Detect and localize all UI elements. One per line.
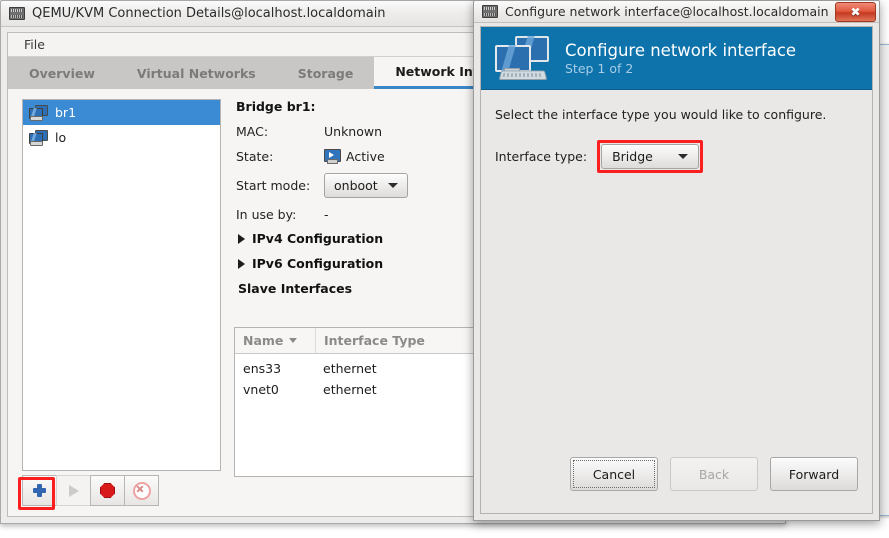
expander-ipv6-label: IPv6 Configuration (252, 256, 384, 271)
tab-overview[interactable]: Overview (8, 57, 116, 89)
in-use-by-label: In use by: (236, 207, 297, 222)
chevron-down-icon (678, 154, 689, 159)
expander-ipv4-label: IPv4 Configuration (252, 231, 384, 246)
dialog-prompt: Select the interface type you would like… (495, 107, 827, 122)
stop-interface-button[interactable] (90, 475, 125, 506)
in-use-by-value: - (324, 207, 329, 222)
cancel-button[interactable]: Cancel (570, 457, 658, 491)
dialog-content: Select the interface type you would like… (481, 90, 872, 457)
active-state-icon (324, 149, 341, 164)
add-interface-highlight (18, 477, 55, 510)
app-icon (482, 5, 498, 18)
desktop-background: QEMU/KVM Connection Details@localhost.lo… (0, 0, 889, 538)
interface-type-dropdown[interactable]: Bridge (601, 144, 700, 169)
interface-type-value: Bridge (612, 149, 653, 164)
column-header-name-label: Name (243, 333, 284, 348)
dialog-header-title: Configure network interface (565, 40, 797, 60)
start-interface-button[interactable] (56, 475, 91, 506)
chevron-right-icon (238, 258, 245, 269)
configure-network-interface-dialog: Configure network interface@localhost.lo… (473, 0, 880, 521)
column-header-interface-type[interactable]: Interface Type (316, 328, 425, 353)
interface-type-row: Interface type: Bridge (495, 140, 872, 173)
back-button[interactable]: Back (670, 457, 758, 491)
interface-type-label: Interface type: (495, 149, 588, 164)
main-window-title: QEMU/KVM Connection Details@localhost.lo… (32, 6, 386, 21)
forward-button[interactable]: Forward (770, 457, 858, 491)
cell-name: vnet0 (243, 382, 279, 397)
cell-interface-type: ethernet (323, 361, 377, 376)
dialog-inner: Configure network interface Step 1 of 2 … (480, 26, 873, 514)
dialog-header-step: Step 1 of 2 (565, 60, 634, 76)
chevron-down-icon (387, 183, 398, 188)
list-item-label: br1 (55, 105, 77, 120)
menu-item-file[interactable]: File (18, 35, 51, 54)
list-item[interactable]: br1 (23, 100, 220, 125)
column-header-name[interactable]: Name (235, 328, 316, 353)
stop-icon (100, 483, 115, 498)
dialog-header-texts: Configure network interface Step 1 of 2 (565, 41, 796, 76)
interface-type-highlight: Bridge (597, 140, 704, 173)
cell-interface-type: ethernet (323, 382, 377, 397)
start-mode-value: onboot (334, 178, 378, 193)
state-value-group: Active (324, 149, 385, 164)
list-item-label: lo (55, 130, 67, 145)
delete-interface-button[interactable] (124, 475, 159, 506)
two-monitors-icon (494, 36, 551, 81)
play-icon (68, 484, 79, 497)
app-icon (9, 7, 25, 20)
list-item[interactable]: lo (23, 125, 220, 150)
dialog-titlebar[interactable]: Configure network interface@localhost.lo… (474, 1, 879, 23)
cell-name: ens33 (243, 361, 282, 376)
sort-descending-icon (289, 338, 298, 343)
mac-value: Unknown (324, 124, 383, 139)
column-header-interface-type-label: Interface Type (324, 333, 425, 348)
dialog-title: Configure network interface@localhost.lo… (505, 4, 829, 19)
state-label: State: (236, 149, 274, 164)
state-value: Active (346, 149, 385, 164)
interface-list[interactable]: br1 lo (22, 99, 221, 471)
start-mode-label: Start mode: (236, 178, 311, 193)
chevron-right-icon (238, 233, 245, 244)
tab-storage[interactable]: Storage (277, 57, 375, 89)
start-mode-dropdown[interactable]: onboot (324, 173, 408, 198)
dialog-button-row: Cancel Back Forward (481, 457, 872, 513)
network-interface-icon (29, 104, 48, 121)
delete-icon (132, 481, 151, 500)
mac-label: MAC: (236, 124, 269, 139)
tab-virtual-networks[interactable]: Virtual Networks (116, 57, 277, 89)
dialog-header: Configure network interface Step 1 of 2 (481, 27, 872, 90)
network-interface-icon (29, 129, 48, 146)
close-icon[interactable]: ✖ (835, 2, 876, 22)
